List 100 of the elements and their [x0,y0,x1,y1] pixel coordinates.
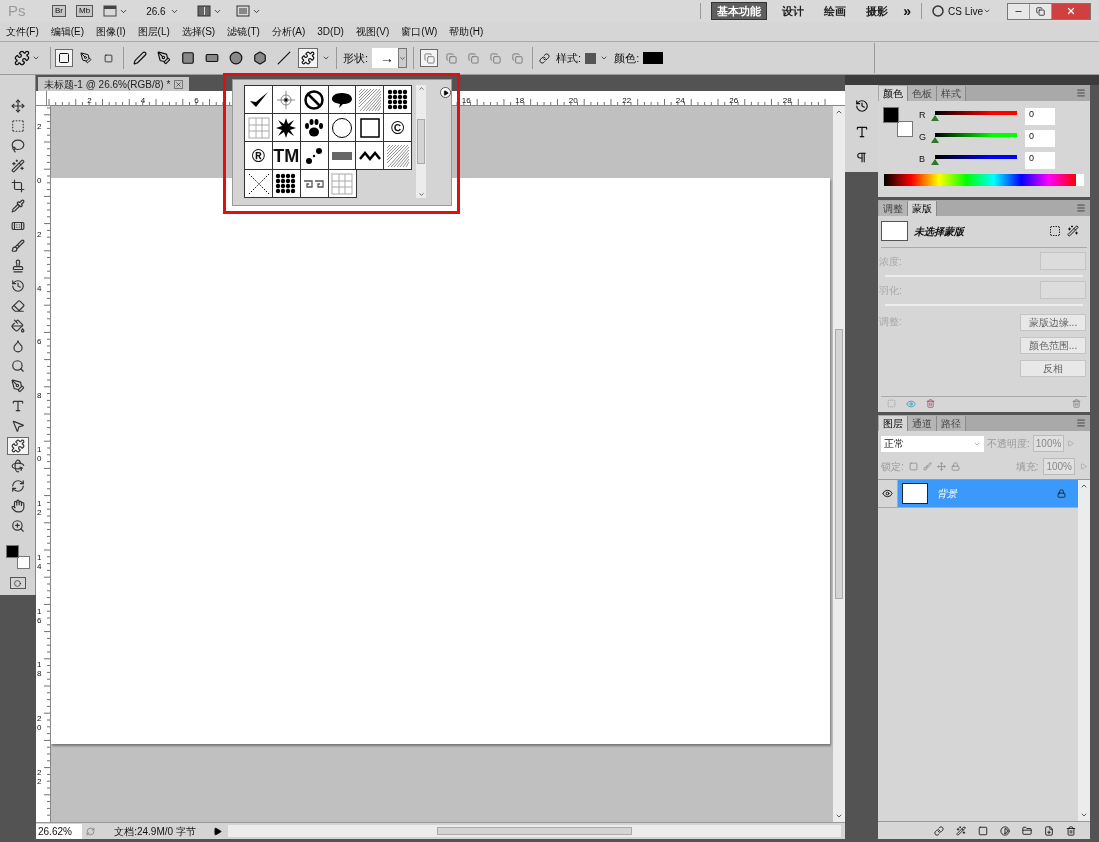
blend-mode-dropdown[interactable]: 正常 [881,435,984,452]
screen-mode-icon[interactable] [235,5,250,17]
menu-item[interactable]: 窗口(W) [401,24,438,39]
adjustment-icon[interactable] [1000,825,1010,836]
workspace-tab[interactable]: 设计 [777,2,810,20]
paragraph-icon[interactable] [855,151,868,164]
burst-shape-icon[interactable] [275,116,298,139]
paw-shape-icon[interactable] [303,116,326,139]
pixel-mask-icon[interactable] [1049,225,1061,237]
slider-thumb[interactable] [931,114,939,121]
pen-icon[interactable] [10,379,25,393]
document-tab[interactable]: 未标题-1 @ 26.6%(RGB/8) * [38,77,190,91]
eraser-icon[interactable] [10,299,25,313]
circle-icon[interactable] [14,579,21,587]
eyedropper-icon[interactable] [10,199,25,213]
dots-shape-icon[interactable] [386,88,409,111]
dots-shape-icon[interactable] [275,172,298,195]
scroll-up-icon[interactable] [1080,482,1088,490]
visibility-eye-icon[interactable] [882,488,893,499]
target-shape-icon[interactable] [275,88,298,111]
new-layer-icon[interactable] [1044,825,1054,836]
hand-icon[interactable] [10,499,25,513]
vector-mask-icon[interactable] [1067,225,1079,237]
scroll-down-icon[interactable] [417,191,425,198]
circle-shape-icon[interactable] [331,116,353,139]
path-combine-button[interactable] [420,49,439,67]
no-sign-shape-icon[interactable] [303,88,326,111]
square-shape-icon[interactable] [358,116,381,139]
caret-icon[interactable] [600,54,609,62]
crop-icon[interactable] [10,179,25,193]
panel-tab[interactable]: 色板 [908,86,937,101]
history-icon[interactable] [854,99,869,113]
glyph-shape-icon[interactable]: ® [247,144,270,167]
paint-bucket-icon[interactable] [10,319,25,333]
drop-icon[interactable] [10,339,25,353]
menu-item[interactable]: 3D(D) [317,24,344,39]
marquee-icon[interactable] [10,119,25,133]
caret-icon[interactable] [983,7,991,15]
foreground-color-swatch[interactable] [5,545,19,558]
panel-tab[interactable]: 路径 [937,416,966,431]
trash-icon[interactable] [1066,825,1076,836]
property-field[interactable] [1040,252,1086,270]
zoom-level-dropdown[interactable]: 26.6 [146,3,179,19]
play-icon[interactable] [213,826,222,836]
menu-item[interactable]: 图层(L) [137,24,170,39]
restore-button[interactable] [1030,3,1052,19]
horizontal-scrollbar[interactable] [228,825,841,837]
foreground-color-swatch[interactable] [883,107,899,123]
zoom-in-icon[interactable] [10,519,25,533]
vertical-scrollbar[interactable] [833,106,845,822]
menu-item[interactable]: 分析(A) [271,24,306,39]
view-extras-icon[interactable] [103,5,118,17]
scroll-up-icon[interactable] [417,85,425,92]
menu-item[interactable]: 编辑(E) [50,24,85,39]
caret-icon[interactable] [322,54,330,62]
wand-icon[interactable] [956,825,966,836]
hatch-shape-icon[interactable] [386,144,409,167]
workspace-tab[interactable]: 基本功能 [711,2,768,20]
bridge-button[interactable]: Br [52,5,66,17]
link-icon[interactable] [934,825,944,836]
caret-icon[interactable] [399,54,407,62]
cross-shape-icon[interactable] [247,172,270,195]
menu-item[interactable]: 帮助(H) [449,24,484,39]
picker-scrollbar[interactable] [416,85,426,198]
rotate-icon[interactable] [10,459,25,473]
channel-value-field[interactable]: 0 [1025,151,1055,169]
move-icon[interactable] [10,99,25,113]
magnifier-icon[interactable] [10,359,25,373]
menu-item[interactable]: 视图(V) [355,24,390,39]
close-icon[interactable] [174,79,184,89]
menu-item[interactable]: 选择(S) [181,24,216,39]
folder-icon[interactable] [1022,825,1032,836]
caret-icon[interactable] [32,54,40,62]
scroll-down-icon[interactable] [1080,811,1088,819]
brush-icon[interactable] [10,239,25,253]
scroll-up-icon[interactable] [835,108,843,116]
type-icon[interactable] [10,399,25,413]
quick-mask-button[interactable] [9,577,26,589]
hatch-shape-icon[interactable] [358,88,381,111]
puzzle-icon[interactable] [14,50,30,66]
bandage-icon[interactable] [10,219,25,233]
puzzle-tool[interactable] [6,437,29,455]
layers-scrollbar[interactable] [1078,480,1090,821]
menu-item[interactable]: 滤镜(T) [227,24,260,39]
history-brush-icon[interactable] [10,279,25,293]
shape-dropdown[interactable]: → [372,48,408,68]
style-picker[interactable] [585,52,609,64]
channel-value-field[interactable]: 0 [1025,129,1055,147]
cs-live-button[interactable]: CS Live [948,3,991,19]
color-spectrum[interactable] [884,174,1084,186]
link-icon[interactable] [539,52,551,64]
minimize-button[interactable] [1008,3,1030,19]
menu-item[interactable]: 文件(F) [6,24,39,39]
character-icon[interactable] [854,125,869,139]
background-color-swatch[interactable] [16,556,30,569]
lasso-icon[interactable] [10,139,25,153]
puzzle-icon[interactable] [10,439,25,453]
panel-tab[interactable]: 通道 [908,416,937,431]
panel-tab[interactable]: 颜色 [879,86,908,101]
workspace-tab[interactable]: 绘画 [819,2,852,20]
